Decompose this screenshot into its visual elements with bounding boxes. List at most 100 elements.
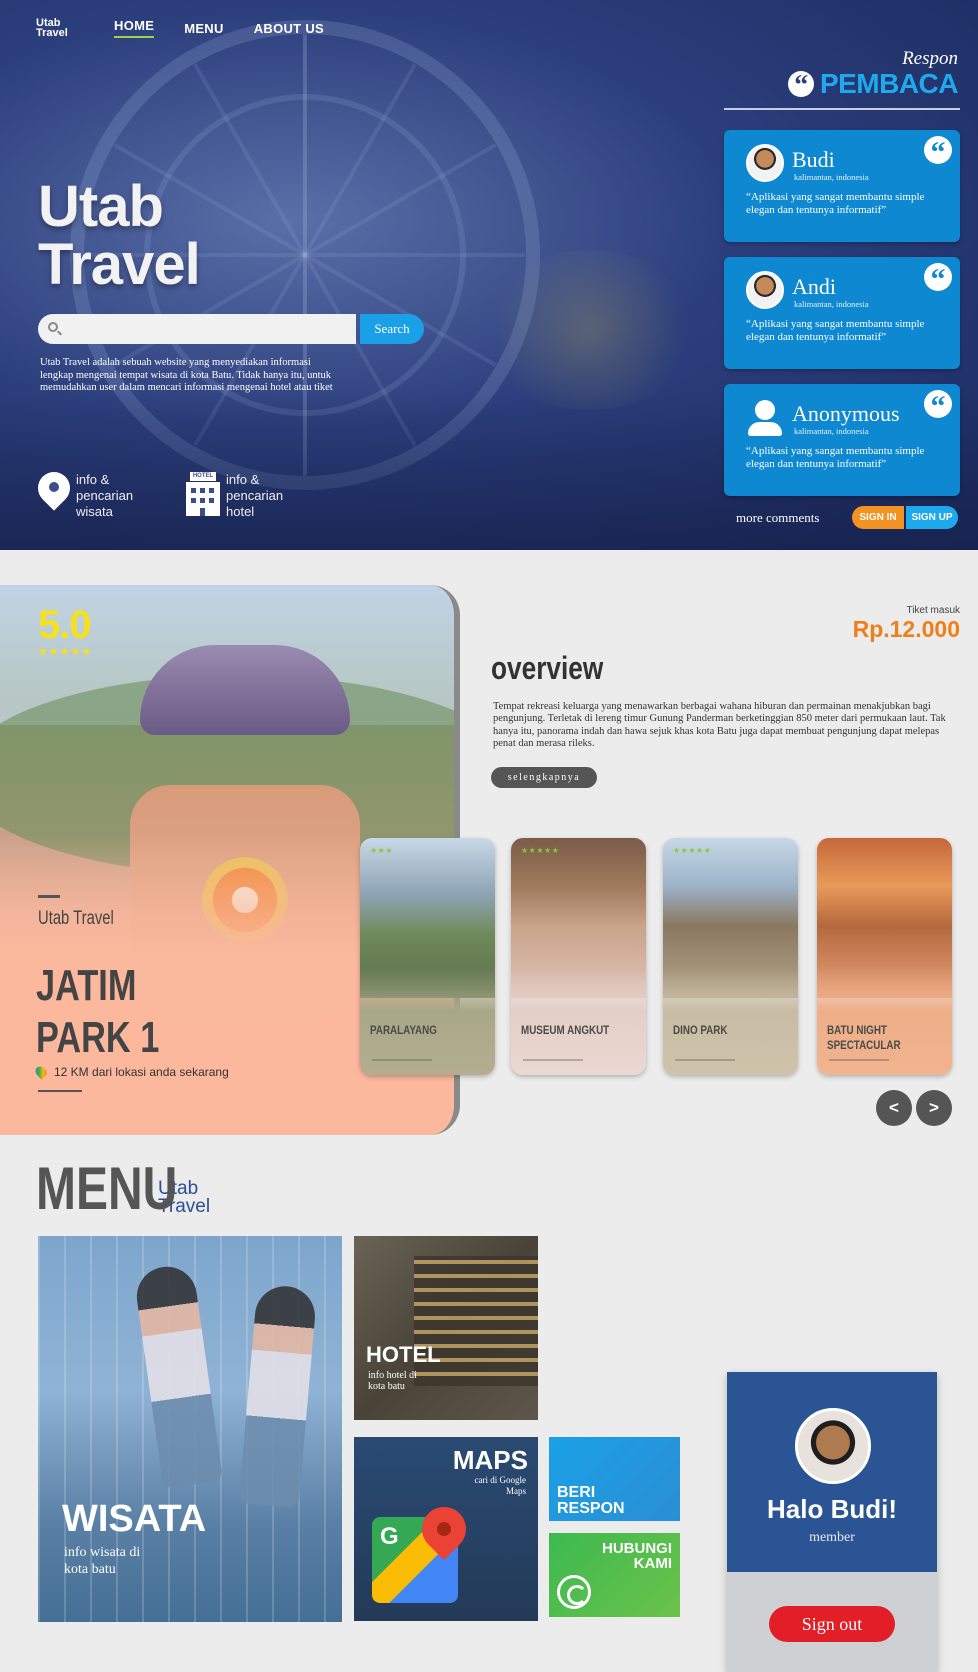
respon-pembaca-heading: Respon “PEMBACA — [787, 48, 959, 101]
quote-icon: “ — [924, 263, 952, 296]
whatsapp-icon — [557, 1575, 591, 1609]
rating-value: 5.0 — [38, 603, 92, 647]
menu-maps-desc: cari di Google Maps — [474, 1475, 526, 1496]
main-nav: Utab Travel HOME MENU ABOUT US — [36, 18, 324, 39]
testimonial-card: Anonymous kalimantan, indonesia “Aplikas… — [724, 384, 960, 496]
hotel-icon: HOTEL — [186, 472, 220, 516]
search-bar — [38, 314, 356, 344]
logo-line-2: Travel — [36, 27, 68, 39]
divider — [38, 895, 60, 898]
destination-card-batu-night-spectacular[interactable]: BATU NIGHT SPECTACULAR — [817, 838, 952, 1075]
destination-name: PARALAYANG — [370, 1023, 437, 1037]
ticket-price-box: Tiket masuk Rp.12.000 — [853, 605, 960, 643]
sign-out-button[interactable]: Sign out — [769, 1606, 895, 1642]
location-pin-icon — [31, 465, 77, 516]
hero-title: Utab Travel — [38, 174, 201, 297]
search-icon — [48, 322, 58, 332]
destination-name: BATU NIGHT SPECTACULAR — [827, 1023, 901, 1052]
destination-stars: ★★★★★ — [673, 846, 712, 855]
menu-wisata-title: WISATA — [62, 1498, 207, 1540]
feature-hotel-label: info & pencarian hotel — [226, 472, 284, 519]
divider — [724, 108, 960, 110]
feature-info-wisata[interactable]: info & pencarian wisata — [31, 465, 152, 520]
menu-hotel-title: HOTEL — [366, 1342, 441, 1367]
nav-menu[interactable]: MENU — [184, 21, 223, 36]
hero-title-line-2: Travel — [38, 232, 201, 297]
menu-hotel-desc: info hotel di kota batu — [368, 1370, 417, 1392]
menu-tile-beri-respon[interactable]: BERI RESPON — [549, 1437, 680, 1521]
nav-about-us[interactable]: ABOUT US — [254, 21, 324, 36]
featured-title-line-2: PARK 1 — [36, 1013, 160, 1062]
testimonial-name: Anonymous — [792, 401, 900, 426]
quote-icon: “ — [787, 71, 814, 101]
sign-in-button[interactable]: SIGN IN — [852, 506, 904, 529]
menu-wisata-desc: info wisata di kota batu — [64, 1545, 141, 1577]
testimonial-card: Andi kalimantan, indonesia “Aplikasi yan… — [724, 257, 960, 369]
menu-tile-hotel[interactable]: HOTEL info hotel di kota batu — [354, 1236, 538, 1420]
featured-brand: Utab Travel — [38, 908, 114, 929]
feature-wisata-label: info & pencarian wisata — [76, 472, 134, 519]
menu-hubungi-title: HUBUNGI KAMI — [602, 1540, 672, 1572]
destination-card-museum-angkut[interactable]: ★★★★★ MUSEUM ANGKUT — [511, 838, 646, 1075]
testimonial-card: Budi kalimantan, indonesia “Aplikasi yan… — [724, 130, 960, 242]
respon-heading-small: Respon — [902, 48, 958, 69]
carousel-next-button[interactable]: > — [916, 1090, 952, 1126]
carousel-prev-button[interactable]: < — [876, 1090, 912, 1126]
ticket-label: Tiket masuk — [906, 605, 960, 616]
profile-role: member — [809, 1530, 855, 1545]
search-input[interactable] — [66, 318, 346, 340]
destination-stars: ★★★ — [370, 846, 394, 855]
search-button[interactable]: Search — [360, 314, 424, 344]
testimonial-name: Andi — [792, 274, 836, 299]
profile-greeting: Halo Budi! — [767, 1494, 897, 1524]
featured-title-line-1: JATIM — [36, 961, 137, 1010]
testimonial-message: “Aplikasi yang sangat membantu simple el… — [746, 191, 925, 216]
destination-stars: ★★★★★ — [521, 846, 560, 855]
destination-card-paralayang[interactable]: ★★★ PARALAYANG — [360, 838, 495, 1075]
ticket-price: Rp.12.000 — [852, 616, 960, 642]
menu-respon-title: BERI RESPON — [557, 1484, 625, 1517]
divider — [38, 1090, 82, 1092]
map-pin-icon — [33, 1064, 49, 1080]
testimonial-message: “Aplikasi yang sangat membantu simple el… — [746, 445, 925, 470]
destination-name: DINO PARK — [673, 1023, 728, 1037]
anonymous-user-icon — [746, 398, 784, 436]
respon-heading-big: PEMBACA — [819, 68, 959, 99]
testimonial-location: kalimantan, indonesia — [794, 426, 869, 436]
background-sculpture — [480, 250, 700, 410]
feature-info-hotel[interactable]: HOTEL info & pencarian hotel — [186, 472, 302, 520]
site-logo[interactable]: Utab Travel — [36, 18, 86, 39]
testimonial-location: kalimantan, indonesia — [794, 299, 869, 309]
menu-tile-wisata[interactable]: WISATA info wisata di kota batu — [38, 1236, 342, 1622]
menu-heading-big: MENU — [36, 1155, 178, 1222]
overview-title: overview — [491, 650, 604, 686]
featured-distance: 12 KM dari lokasi anda sekarang — [33, 1064, 229, 1080]
read-more-button[interactable]: selengkapnya — [491, 767, 597, 788]
menu-heading: MENU Utab Travel — [36, 1155, 210, 1222]
user-profile-card: Halo Budi! member Sign out — [727, 1372, 937, 1672]
testimonial-message: “Aplikasi yang sangat membantu simple el… — [746, 318, 925, 343]
nav-home[interactable]: HOME — [114, 18, 155, 38]
hero-section: Utab Travel HOME MENU ABOUT US Utab Trav… — [0, 0, 978, 550]
avatar — [746, 271, 784, 309]
quote-icon: “ — [924, 136, 952, 169]
avatar — [795, 1408, 871, 1484]
testimonial-name: Budi — [792, 147, 835, 172]
destination-name: MUSEUM ANGKUT — [521, 1023, 610, 1037]
menu-tile-hubungi-kami[interactable]: HUBUNGI KAMI — [549, 1533, 680, 1617]
more-comments-link[interactable]: more comments — [736, 510, 819, 526]
quote-icon: “ — [924, 390, 952, 423]
menu-tile-maps[interactable]: MAPS cari di Google Maps — [354, 1437, 538, 1621]
featured-title: JATIM PARK 1 — [36, 960, 159, 1064]
avatar — [746, 144, 784, 182]
rating-stars: ★★★★★ — [38, 646, 93, 658]
overview-text: Tempat rekreasi keluarga yang menawarkan… — [493, 701, 946, 749]
rating-badge: 5.0 ★★★★★ — [38, 605, 92, 658]
distance-text: 12 KM dari lokasi anda sekarang — [54, 1065, 229, 1079]
menu-maps-title: MAPS — [452, 1445, 528, 1475]
testimonial-location: kalimantan, indonesia — [794, 172, 869, 182]
hero-description: Utab Travel adalah sebuah website yang m… — [40, 357, 333, 393]
hero-title-line-1: Utab — [38, 174, 164, 239]
destination-card-dino-park[interactable]: ★★★★★ DINO PARK — [663, 838, 798, 1075]
sign-up-button[interactable]: SIGN UP — [906, 506, 958, 529]
